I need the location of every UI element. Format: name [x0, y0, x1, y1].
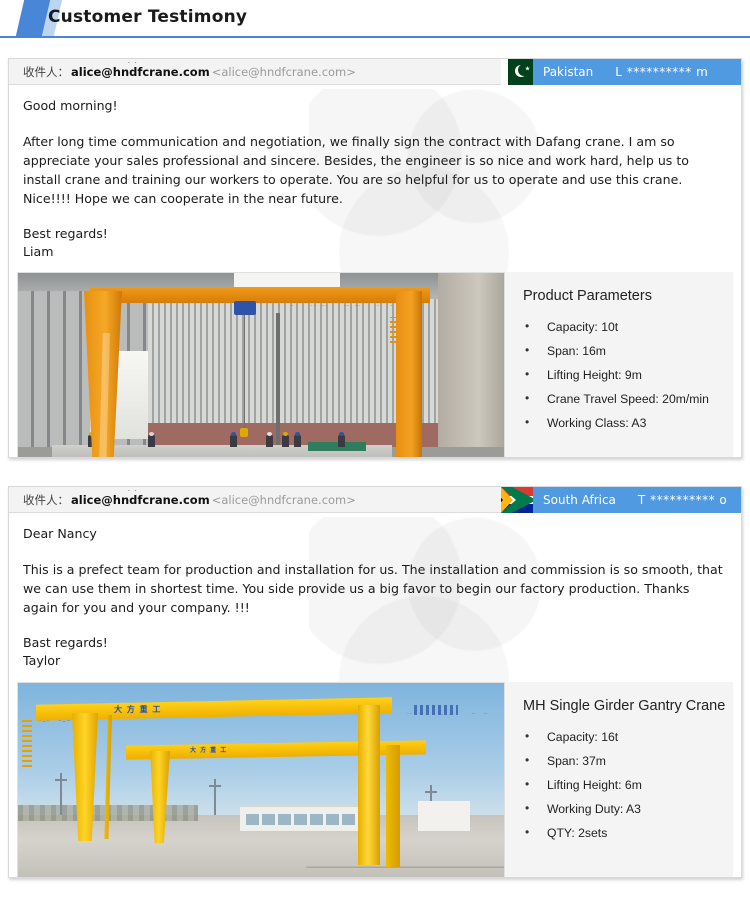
spec-item: Span: 16m — [523, 338, 733, 363]
spec-item: QTY: 2sets — [523, 820, 733, 845]
header-divider — [0, 36, 750, 38]
crane-brand-text: 大 方 重 工 — [114, 704, 162, 714]
pakistan-flag-icon — [501, 59, 533, 85]
mail-signoff: Bast regards! Taylor — [23, 634, 727, 670]
testimonial-card: · · 收件人： alice@hndfcrane.com <alice@hndf… — [8, 486, 742, 878]
spec-list: Capacity: 16t Span: 37m Lifting Height: … — [523, 724, 733, 845]
signoff-line-1: Bast regards! — [23, 635, 108, 650]
mail-paragraph: This is a prefect team for production an… — [23, 562, 723, 615]
mail-header-ghost-text: · · — [127, 59, 277, 63]
recipient-name: alice@hndfcrane.com — [71, 492, 210, 507]
spec-item: Lifting Height: 9m — [523, 362, 733, 387]
contact-masked: L ********** m — [615, 65, 709, 79]
mail-greeting: Good morning! — [23, 98, 118, 113]
country-badge: Pakistan L ********** m — [501, 59, 741, 85]
crane-photo: 大 方 重 工 大 方 重 工 — [17, 682, 505, 877]
page-title: Customer Testimony — [48, 7, 248, 27]
mail-header-row: · · 收件人： alice@hndfcrane.com <alice@hndf… — [9, 59, 741, 85]
spec-item: Capacity: 16t — [523, 724, 733, 749]
signoff-line-2: Liam — [23, 244, 54, 259]
contact-masked: T ********** o — [637, 493, 728, 507]
spec-item: Capacity: 10t — [523, 314, 733, 339]
crane-brand-logo: 大 方 重 工 — [114, 703, 182, 715]
spec-item: Working Duty: A3 — [523, 796, 733, 821]
media-row: 大 方 重 工 大 方 重 工 MH Single Girder Gantry … — [9, 682, 741, 877]
spec-title: MH Single Girder Gantry Crane — [523, 698, 726, 714]
spec-title: Product Parameters — [523, 288, 652, 304]
mail-body: Good morning! After long time communicat… — [9, 85, 741, 261]
country-badge: South Africa T ********** o — [501, 487, 741, 513]
section-header: Customer Testimony — [0, 0, 750, 40]
recipient-address: <alice@hndfcrane.com> — [211, 64, 356, 79]
mail-body: Dear Nancy This is a prefect team for pr… — [9, 513, 741, 670]
recipient-label: 收件人： — [23, 492, 69, 507]
spec-item: Working Class: A3 — [523, 410, 733, 435]
spec-list: Capacity: 10t Span: 16m Lifting Height: … — [523, 314, 733, 435]
mail-header-row: · · 收件人： alice@hndfcrane.com <alice@hndf… — [9, 487, 741, 513]
spec-panel: Product Parameters Capacity: 10t Span: 1… — [505, 272, 733, 457]
mail-paragraph: After long time communication and negoti… — [23, 134, 690, 206]
recipient-label: 收件人： — [23, 64, 69, 79]
signoff-line-2: Taylor — [23, 653, 61, 668]
crane-photo — [17, 272, 505, 457]
south-africa-flag-icon — [501, 487, 533, 513]
mail-signoff: Best regards! Liam — [23, 225, 727, 261]
spec-panel: MH Single Girder Gantry Crane Capacity: … — [505, 682, 733, 877]
mail-greeting: Dear Nancy — [23, 526, 97, 541]
signoff-line-1: Best regards! — [23, 226, 108, 241]
spec-item: Lifting Height: 6m — [523, 772, 733, 797]
recipient-address: <alice@hndfcrane.com> — [211, 492, 356, 507]
crane-brand-logo-secondary: 大 方 重 工 — [190, 745, 236, 754]
media-row: Product Parameters Capacity: 10t Span: 1… — [9, 272, 741, 457]
country-name: South Africa — [543, 493, 616, 507]
testimonial-card: · · 收件人： alice@hndfcrane.com <alice@hndf… — [8, 58, 742, 458]
country-name: Pakistan — [543, 65, 594, 79]
crane-brand-text-secondary: 大 方 重 工 — [190, 747, 228, 754]
recipient-name: alice@hndfcrane.com — [71, 64, 210, 79]
spec-item: Crane Travel Speed: 20m/min — [523, 386, 733, 411]
spec-item: Span: 37m — [523, 748, 733, 773]
mail-header-ghost-text: · · — [127, 487, 277, 491]
